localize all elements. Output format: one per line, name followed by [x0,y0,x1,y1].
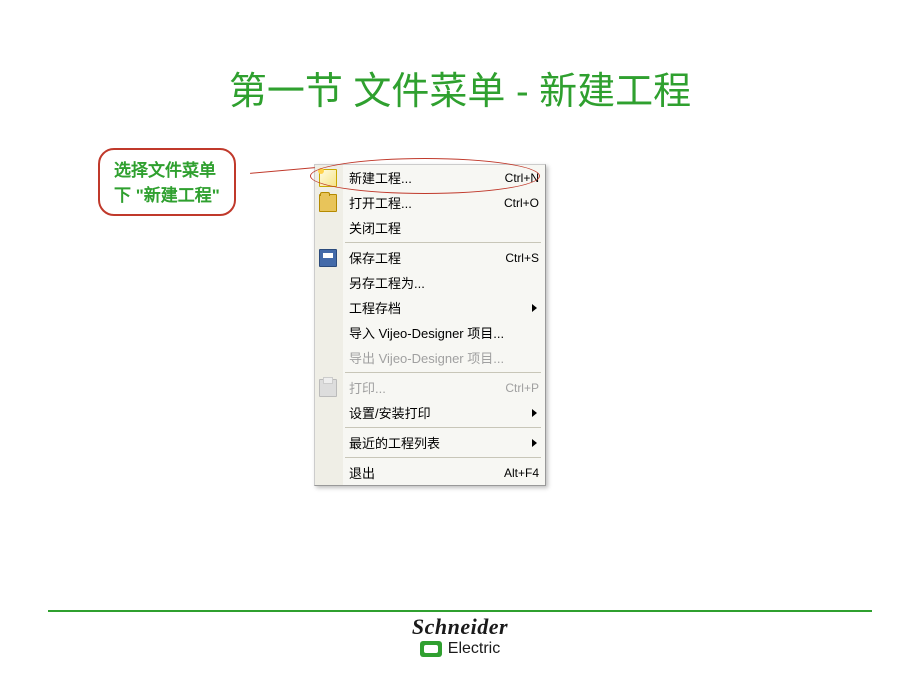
menu-item[interactable]: 保存工程Ctrl+S [315,245,545,270]
callout-line-1: 选择文件菜单 [114,156,220,181]
save-disk-icon [319,249,337,267]
brand-mark-icon [420,641,442,657]
callout-box: 选择文件菜单 下 "新建工程" [98,148,236,216]
menu-item[interactable]: 退出Alt+F4 [315,460,545,485]
menu-item[interactable]: 另存工程为... [315,270,545,295]
menu-item[interactable]: 工程存档 [315,295,545,320]
menu-item[interactable]: 导入 Vijeo-Designer 项目... [315,320,545,345]
menu-separator [345,242,541,243]
menu-item-label: 打开工程... [349,193,504,212]
menu-item[interactable]: 最近的工程列表 [315,430,545,455]
menu-item-label: 保存工程 [349,248,505,267]
menu-separator [345,372,541,373]
menu-item-shortcut: Ctrl+S [505,251,539,265]
menu-item-label: 关闭工程 [349,218,539,237]
print-icon [319,379,337,397]
menu-item-label: 工程存档 [349,298,539,317]
menu-item: 打印...Ctrl+P [315,375,545,400]
menu-item-label: 打印... [349,378,505,397]
menu-separator [345,457,541,458]
footer-rule [48,610,872,612]
page-title: 第一节 文件菜单 - 新建工程 [0,60,920,115]
menu-item-label: 导入 Vijeo-Designer 项目... [349,323,539,342]
chevron-right-icon [532,439,537,447]
menu-item-label: 另存工程为... [349,273,539,292]
menu-item-label: 退出 [349,463,504,482]
brand-name-1: Schneider [0,614,920,640]
chevron-right-icon [532,304,537,312]
menu-item: 导出 Vijeo-Designer 项目... [315,345,545,370]
menu-item-label: 导出 Vijeo-Designer 项目... [349,348,539,367]
brand-logo: Schneider Electric [0,614,920,662]
menu-item-label: 设置/安装打印 [349,403,539,422]
callout-pointer-line [250,170,315,180]
callout-line-2: 下 "新建工程" [114,181,220,206]
menu-item-shortcut: Ctrl+O [504,196,539,210]
file-menu: 新建工程...Ctrl+N打开工程...Ctrl+O关闭工程保存工程Ctrl+S… [314,164,546,486]
menu-item[interactable]: 关闭工程 [315,215,545,240]
menu-items: 新建工程...Ctrl+N打开工程...Ctrl+O关闭工程保存工程Ctrl+S… [315,165,545,485]
menu-item[interactable]: 设置/安装打印 [315,400,545,425]
menu-item-label: 最近的工程列表 [349,433,539,452]
menu-item-shortcut: Alt+F4 [504,466,539,480]
brand-name-2: Electric [448,640,500,658]
highlight-oval [310,158,540,194]
menu-item-shortcut: Ctrl+P [505,381,539,395]
chevron-right-icon [532,409,537,417]
slide: 第一节 文件菜单 - 新建工程 选择文件菜单 下 "新建工程" 新建工程...C… [0,0,920,690]
menu-separator [345,427,541,428]
open-folder-icon [319,194,337,212]
